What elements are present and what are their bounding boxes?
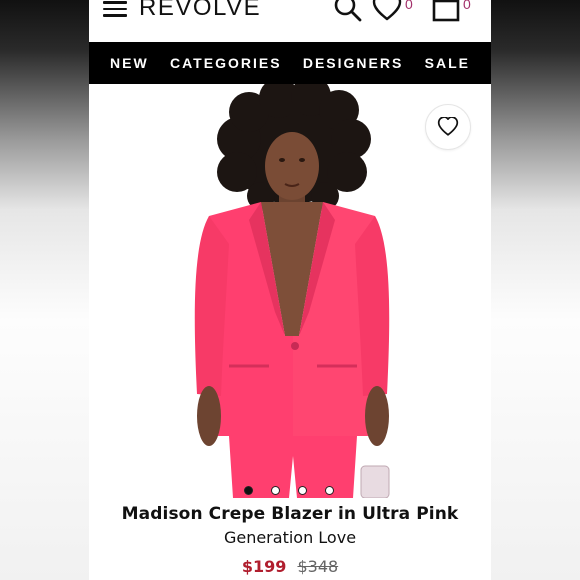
face (265, 132, 319, 200)
bag-count: 0 (463, 0, 471, 12)
nav-item-categories[interactable]: CATEGORIES (170, 55, 282, 71)
carousel-dot-4[interactable] (325, 486, 334, 495)
background-blur-right (491, 0, 580, 580)
nav-item-new[interactable]: NEW (110, 55, 149, 71)
heart-icon[interactable] (372, 0, 402, 22)
price-row: $199 $348 (89, 557, 491, 576)
shopping-bag-icon[interactable] (431, 0, 461, 24)
product-brand[interactable]: Generation Love (89, 528, 491, 547)
carousel-dot-1[interactable] (244, 486, 253, 495)
nav-item-designers[interactable]: DESIGNERS (303, 55, 403, 71)
add-to-wishlist-button[interactable] (425, 104, 471, 150)
model-photo (194, 84, 390, 498)
carousel-dot-3[interactable] (298, 486, 307, 495)
wishlist-count: 0 (405, 0, 413, 12)
top-header: REVOLVE 0 0 (89, 0, 491, 42)
phone-screen: REVOLVE 0 0 NEW CATEGORIES DESIGNERS SAL… (89, 0, 491, 580)
product-image[interactable] (89, 84, 491, 498)
original-price: $348 (297, 557, 339, 576)
brand-logo[interactable]: REVOLVE (139, 0, 261, 22)
hamburger-menu-icon[interactable] (103, 1, 127, 19)
image-carousel-dots (244, 486, 334, 495)
category-nav: NEW CATEGORIES DESIGNERS SALE (89, 42, 491, 84)
sale-price: $199 (241, 557, 287, 576)
nav-item-sale[interactable]: SALE (425, 55, 470, 71)
heart-outline-icon (437, 117, 459, 136)
carousel-dot-2[interactable] (271, 486, 280, 495)
search-icon[interactable] (333, 0, 363, 24)
product-info: Madison Crepe Blazer in Ultra Pink Gener… (89, 504, 491, 576)
background-blur-left (0, 0, 89, 580)
product-title[interactable]: Madison Crepe Blazer in Ultra Pink (89, 504, 491, 524)
